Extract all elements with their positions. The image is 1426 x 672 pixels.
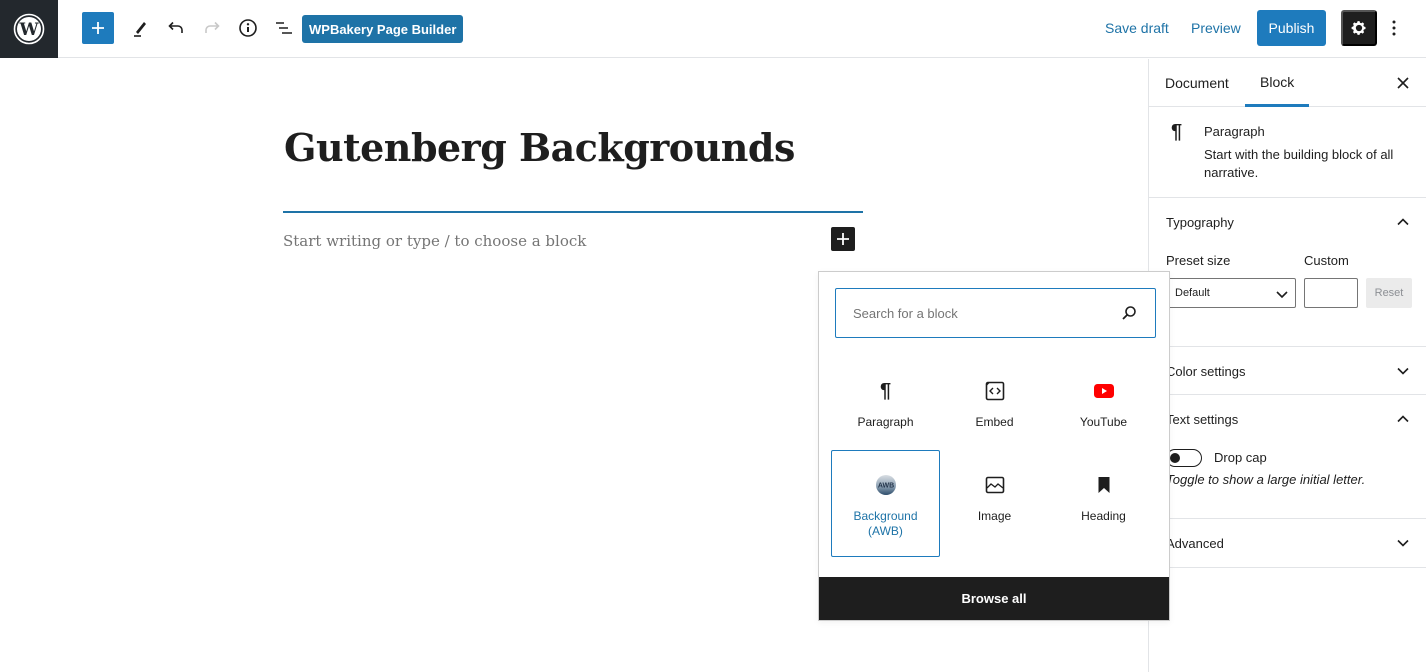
svg-text:AWB: AWB — [877, 483, 893, 490]
preset-size-select[interactable]: Default — [1166, 278, 1296, 308]
wpbakery-button[interactable]: WPBakery Page Builder — [302, 15, 464, 43]
embed-icon — [985, 381, 1004, 401]
awb-logo-icon: AWB — [875, 475, 896, 495]
close-sidebar-button[interactable] — [1393, 73, 1413, 93]
svg-text:W: W — [18, 20, 39, 40]
plus-icon — [92, 22, 104, 34]
block-item-label: Embed — [975, 415, 1014, 429]
block-item-label: YouTube — [1079, 415, 1128, 429]
typography-panel: Typography Preset size Custom Default Re… — [1149, 198, 1426, 347]
block-card-description: Start with the building block of all nar… — [1204, 147, 1394, 180]
block-item-label: Heading — [1081, 509, 1126, 523]
save-draft-button[interactable]: Save draft — [1105, 20, 1169, 36]
panel-title: Color settings — [1166, 363, 1246, 379]
text-settings-panel: Text settings Drop cap Toggle to show a … — [1149, 395, 1426, 519]
paragraph-icon: ¶ — [879, 379, 892, 402]
typography-panel-toggle[interactable]: Typography — [1149, 198, 1426, 246]
reset-button[interactable]: Reset — [1366, 278, 1412, 308]
block-item-label: Background (AWB) — [853, 509, 918, 538]
undo-button[interactable] — [160, 12, 192, 44]
panel-title: Typography — [1166, 214, 1234, 230]
chevron-down-icon — [1397, 539, 1409, 547]
advanced-toggle[interactable]: Advanced — [1149, 519, 1426, 567]
redo-button[interactable] — [196, 12, 228, 44]
toggle-knob — [1170, 453, 1180, 463]
browse-all-button[interactable]: Browse all — [819, 577, 1169, 620]
panel-title: Advanced — [1166, 535, 1224, 551]
add-block-button[interactable] — [82, 12, 114, 44]
outline-button[interactable] — [268, 12, 300, 44]
block-item-heading[interactable]: Heading — [1049, 450, 1158, 557]
undo-icon — [168, 21, 183, 33]
wordpress-logo[interactable]: W — [0, 0, 58, 58]
chevron-up-icon — [1397, 415, 1409, 423]
settings-sidebar: Document Block ¶ Paragraph Start with th… — [1148, 59, 1426, 672]
gear-icon — [1351, 21, 1366, 35]
youtube-icon — [1093, 384, 1114, 398]
tools-button[interactable] — [124, 12, 156, 44]
drop-cap-help: Toggle to show a large initial letter. — [1166, 472, 1366, 487]
block-item-youtube[interactable]: YouTube — [1049, 356, 1158, 463]
paragraph-placeholder[interactable]: Start writing or type / to choose a bloc… — [283, 232, 586, 250]
more-options-button[interactable] — [1384, 12, 1404, 44]
info-icon — [239, 19, 257, 37]
settings-button[interactable] — [1341, 10, 1377, 46]
block-item-paragraph[interactable]: ¶ Paragraph — [831, 356, 940, 463]
block-search[interactable] — [835, 288, 1156, 338]
panel-title: Text settings — [1166, 411, 1239, 427]
redo-icon — [205, 21, 220, 33]
drop-cap-label: Drop cap — [1214, 450, 1267, 465]
close-icon — [1397, 77, 1409, 89]
paragraph-icon: ¶ — [1171, 121, 1183, 143]
publish-button[interactable]: Publish — [1257, 10, 1326, 46]
block-item-label: Paragraph — [857, 415, 914, 429]
text-settings-toggle[interactable]: Text settings — [1149, 395, 1426, 443]
pencil-icon — [134, 22, 146, 37]
color-settings-toggle[interactable]: Color settings — [1149, 347, 1426, 395]
post-title[interactable]: Gutenberg Backgrounds — [284, 125, 795, 170]
tab-block[interactable]: Block — [1245, 59, 1310, 107]
block-item-embed[interactable]: Embed — [940, 356, 1049, 463]
tab-document[interactable]: Document — [1165, 59, 1229, 107]
block-card-title: Paragraph — [1204, 124, 1265, 139]
search-icon — [1122, 306, 1136, 320]
block-item-background-awb[interactable]: AWB Background (AWB) — [831, 450, 940, 557]
custom-size-input[interactable] — [1304, 278, 1358, 308]
chevron-down-icon — [1397, 367, 1409, 375]
chevron-up-icon — [1397, 218, 1409, 226]
block-card: ¶ Paragraph Start with the building bloc… — [1149, 107, 1426, 198]
custom-size-label: Custom — [1304, 253, 1349, 268]
block-inserter-popover: ¶ Paragraph Embed YouTube AWB Backgr — [818, 271, 1170, 621]
preview-button[interactable]: Preview — [1191, 20, 1241, 36]
plus-icon — [837, 233, 849, 245]
block-focus-indicator — [283, 211, 863, 213]
preset-size-value: Default — [1175, 287, 1210, 299]
bookmark-icon — [1098, 477, 1109, 493]
wordpress-icon: W — [13, 13, 45, 45]
info-button[interactable] — [232, 12, 264, 44]
editor-header: W WPBakery Page Builder Save draft Previ… — [0, 0, 1426, 58]
list-outline-icon — [276, 22, 292, 34]
block-item-label: Image — [977, 509, 1012, 523]
preset-size-label: Preset size — [1166, 253, 1231, 268]
block-search-input[interactable] — [853, 305, 1103, 321]
block-item-image[interactable]: Image — [940, 450, 1049, 557]
color-settings-panel: Color settings — [1149, 347, 1426, 395]
chevron-down-icon — [1276, 291, 1288, 299]
drop-cap-toggle[interactable] — [1166, 449, 1202, 467]
sidebar-tabs: Document Block — [1149, 59, 1426, 107]
inline-inserter-button[interactable] — [831, 227, 855, 251]
vertical-ellipsis-icon — [1392, 20, 1396, 36]
image-icon — [985, 476, 1004, 494]
advanced-panel: Advanced — [1149, 519, 1426, 568]
